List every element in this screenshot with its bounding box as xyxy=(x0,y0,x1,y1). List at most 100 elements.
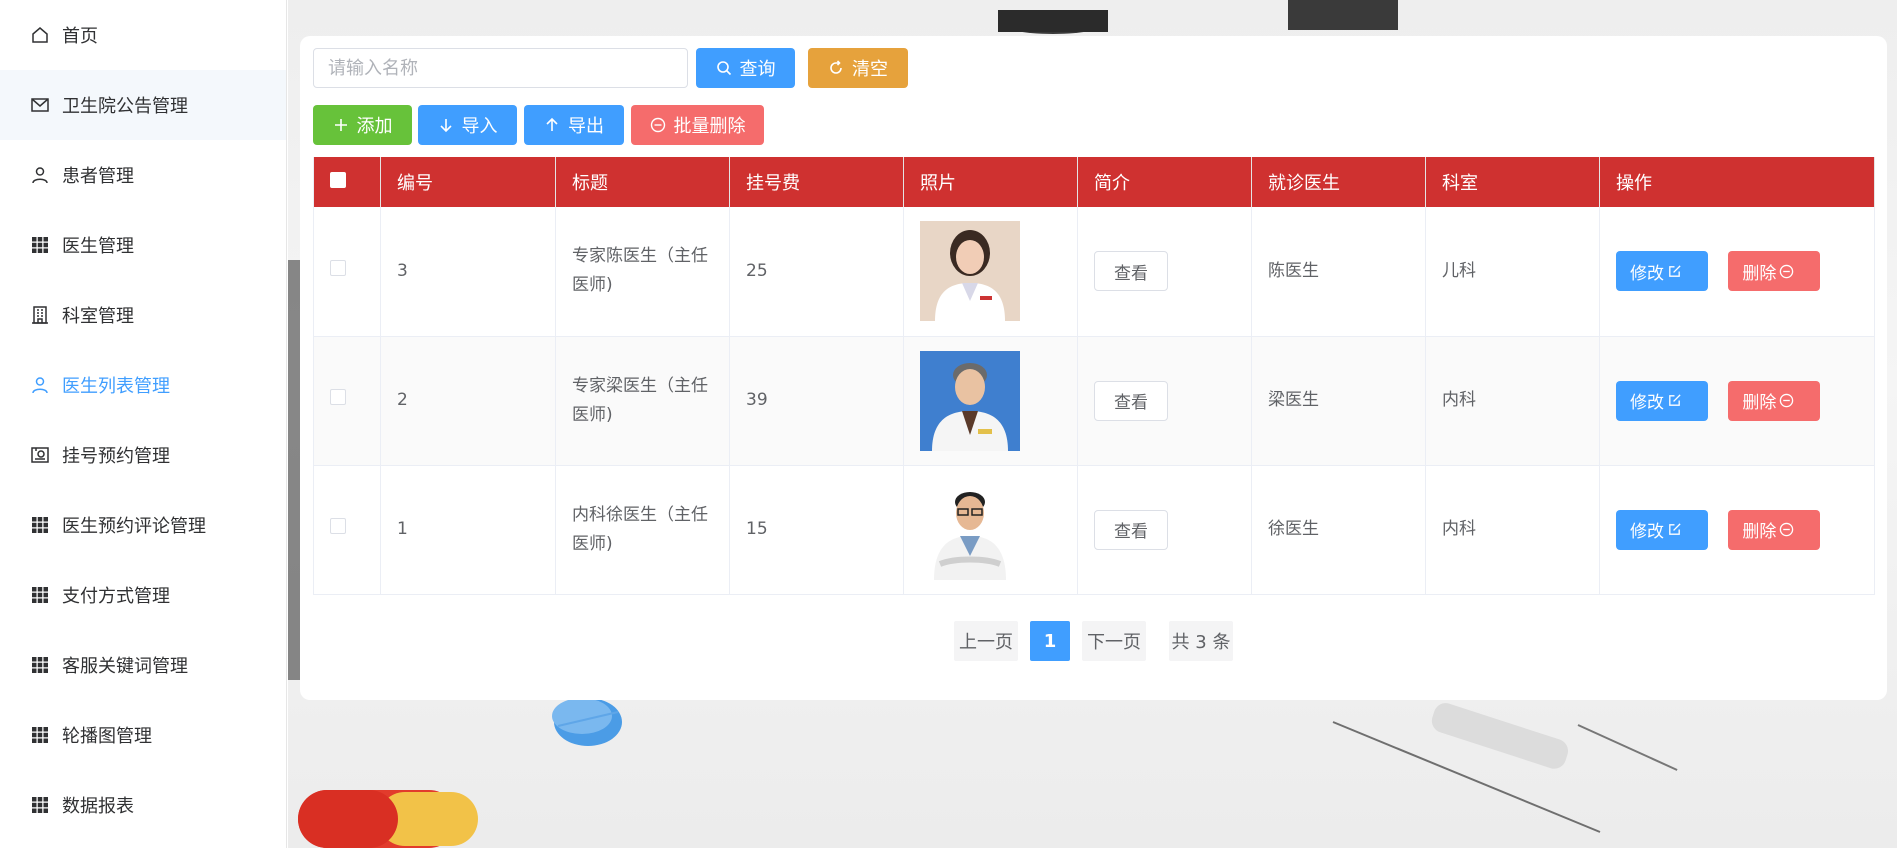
remove-icon xyxy=(650,117,665,133)
fee-cell: 39 xyxy=(729,336,904,466)
title-cell: 内科徐医生（主任医师) xyxy=(555,465,730,595)
department-cell: 儿科 xyxy=(1425,207,1600,337)
row-checkbox[interactable] xyxy=(330,259,346,276)
delete-button[interactable]: 删除 xyxy=(1728,509,1821,550)
id-cell: 3 xyxy=(380,207,556,337)
intro-cell: 查看 xyxy=(1077,207,1252,337)
edit-button-label: 修改 xyxy=(1630,263,1664,284)
sidebar-item-keywords[interactable]: 客服关键词管理 xyxy=(0,630,286,700)
intro-cell: 查看 xyxy=(1077,336,1252,466)
sidebar-item-reports[interactable]: 数据报表 xyxy=(0,770,286,840)
doctor-table: 编号 标题 挂号费 照片 简介 就诊医生 科室 操作 3 专家陈医生（主任医师)… xyxy=(313,157,1875,595)
doctor-photo xyxy=(920,479,1020,580)
import-button[interactable]: 导入 xyxy=(418,105,517,145)
edit-icon xyxy=(1669,265,1681,277)
actions-cell: 修改 删除 xyxy=(1599,465,1875,595)
view-intro-button[interactable]: 查看 xyxy=(1094,509,1168,550)
grid-icon xyxy=(30,725,50,745)
delete-button[interactable]: 删除 xyxy=(1728,251,1821,292)
column-header: 挂号费 xyxy=(729,157,904,207)
sidebar-item-label: 挂号预约管理 xyxy=(62,446,170,467)
view-intro-button[interactable]: 查看 xyxy=(1094,380,1168,421)
edit-button[interactable]: 修改 xyxy=(1616,380,1708,421)
home-icon xyxy=(30,25,50,45)
sidebar-item-carousel[interactable]: 轮播图管理 xyxy=(0,700,286,770)
delete-button[interactable]: 删除 xyxy=(1728,380,1821,421)
plus-icon xyxy=(334,119,347,131)
intro-cell: 查看 xyxy=(1077,465,1252,595)
grid-icon xyxy=(30,795,50,815)
add-button[interactable]: 添加 xyxy=(313,105,412,145)
sidebar-item-label: 患者管理 xyxy=(62,166,134,187)
sidebar-item-payment[interactable]: 支付方式管理 xyxy=(0,560,286,630)
edit-button[interactable]: 修改 xyxy=(1616,509,1708,550)
grid-icon xyxy=(30,235,50,255)
select-all-checkbox[interactable] xyxy=(330,171,346,188)
delete-button-label: 删除 xyxy=(1742,263,1777,284)
edit-icon xyxy=(1669,523,1681,535)
department-cell: 内科 xyxy=(1425,465,1600,595)
actions-cell: 修改 删除 xyxy=(1599,207,1875,337)
sidebar-item-doctor-list[interactable]: 医生列表管理 xyxy=(0,350,286,420)
row-select-cell xyxy=(313,336,381,466)
remove-icon xyxy=(1780,393,1794,408)
import-button-label: 导入 xyxy=(461,116,498,137)
select-all-cell xyxy=(313,157,381,207)
page-number-button[interactable]: 1 xyxy=(1030,621,1070,661)
sidebar-item-label: 医生列表管理 xyxy=(62,376,170,397)
clear-button[interactable]: 清空 xyxy=(808,48,908,88)
sidebar-item-home[interactable]: 首页 xyxy=(0,0,286,70)
grid-icon xyxy=(30,585,50,605)
row-checkbox[interactable] xyxy=(330,389,346,405)
add-button-label: 添加 xyxy=(356,116,393,137)
sidebar-item-notice[interactable]: 卫生院公告管理 xyxy=(0,70,286,140)
sidebar-item-label: 客服关键词管理 xyxy=(62,656,188,677)
row-select-cell xyxy=(313,207,381,337)
title-cell: 专家梁医生（主任医师) xyxy=(555,336,730,466)
remove-icon xyxy=(1780,522,1794,537)
sidebar-item-label: 医生预约评论管理 xyxy=(62,516,206,537)
user-icon xyxy=(30,165,50,185)
column-header: 就诊医生 xyxy=(1251,157,1426,207)
sidebar-item-appointments[interactable]: 挂号预约管理 xyxy=(0,420,286,490)
query-button[interactable]: 查询 xyxy=(696,48,795,88)
column-header: 照片 xyxy=(903,157,1078,207)
edit-button-label: 修改 xyxy=(1630,393,1664,413)
next-page-button[interactable]: 下一页 xyxy=(1082,621,1146,661)
table-header-row: 编号 标题 挂号费 照片 简介 就诊医生 科室 操作 xyxy=(313,157,1875,207)
sidebar-item-comments[interactable]: 医生预约评论管理 xyxy=(0,490,286,560)
sidebar-item-label: 科室管理 xyxy=(62,306,134,327)
sidebar-item-label: 数据报表 xyxy=(62,796,134,817)
prev-page-button[interactable]: 上一页 xyxy=(954,621,1018,661)
sidebar-item-departments[interactable]: 科室管理 xyxy=(0,280,286,350)
table-row: 3 专家陈医生（主任医师) 25 查看 陈医生 儿科 修改 删除 xyxy=(313,207,1875,337)
arrow-down-icon xyxy=(439,119,452,133)
sidebar-item-label: 轮播图管理 xyxy=(62,726,152,747)
doctor-photo xyxy=(920,350,1020,451)
column-header: 编号 xyxy=(380,157,556,207)
arrow-up-icon xyxy=(546,117,558,131)
department-cell: 内科 xyxy=(1425,336,1600,466)
view-intro-button[interactable]: 查看 xyxy=(1094,251,1168,292)
photo-cell xyxy=(903,465,1078,595)
column-header: 操作 xyxy=(1599,157,1875,207)
total-count: 共 3 条 xyxy=(1169,621,1233,661)
sidebar-item-label: 首页 xyxy=(62,26,98,47)
row-select-cell xyxy=(313,465,381,595)
id-cell: 1 xyxy=(380,465,556,595)
refresh-icon xyxy=(830,60,842,74)
search-input[interactable] xyxy=(313,48,688,88)
edit-button[interactable]: 修改 xyxy=(1616,251,1708,292)
postcard-icon xyxy=(30,445,50,465)
grid-icon xyxy=(30,515,50,535)
sidebar-item-patients[interactable]: 患者管理 xyxy=(0,140,286,210)
edit-button-label: 修改 xyxy=(1630,522,1664,542)
export-button[interactable]: 导出 xyxy=(524,105,624,145)
row-checkbox[interactable] xyxy=(330,518,346,534)
sidebar-item-doctors[interactable]: 医生管理 xyxy=(0,210,286,280)
column-header: 简介 xyxy=(1077,157,1252,207)
query-button-label: 查询 xyxy=(739,59,776,80)
pagination: 上一页 1 下一页 共 3 条 xyxy=(300,621,1887,661)
batch-delete-button[interactable]: 批量删除 xyxy=(631,105,764,145)
office-building-icon xyxy=(30,305,50,325)
